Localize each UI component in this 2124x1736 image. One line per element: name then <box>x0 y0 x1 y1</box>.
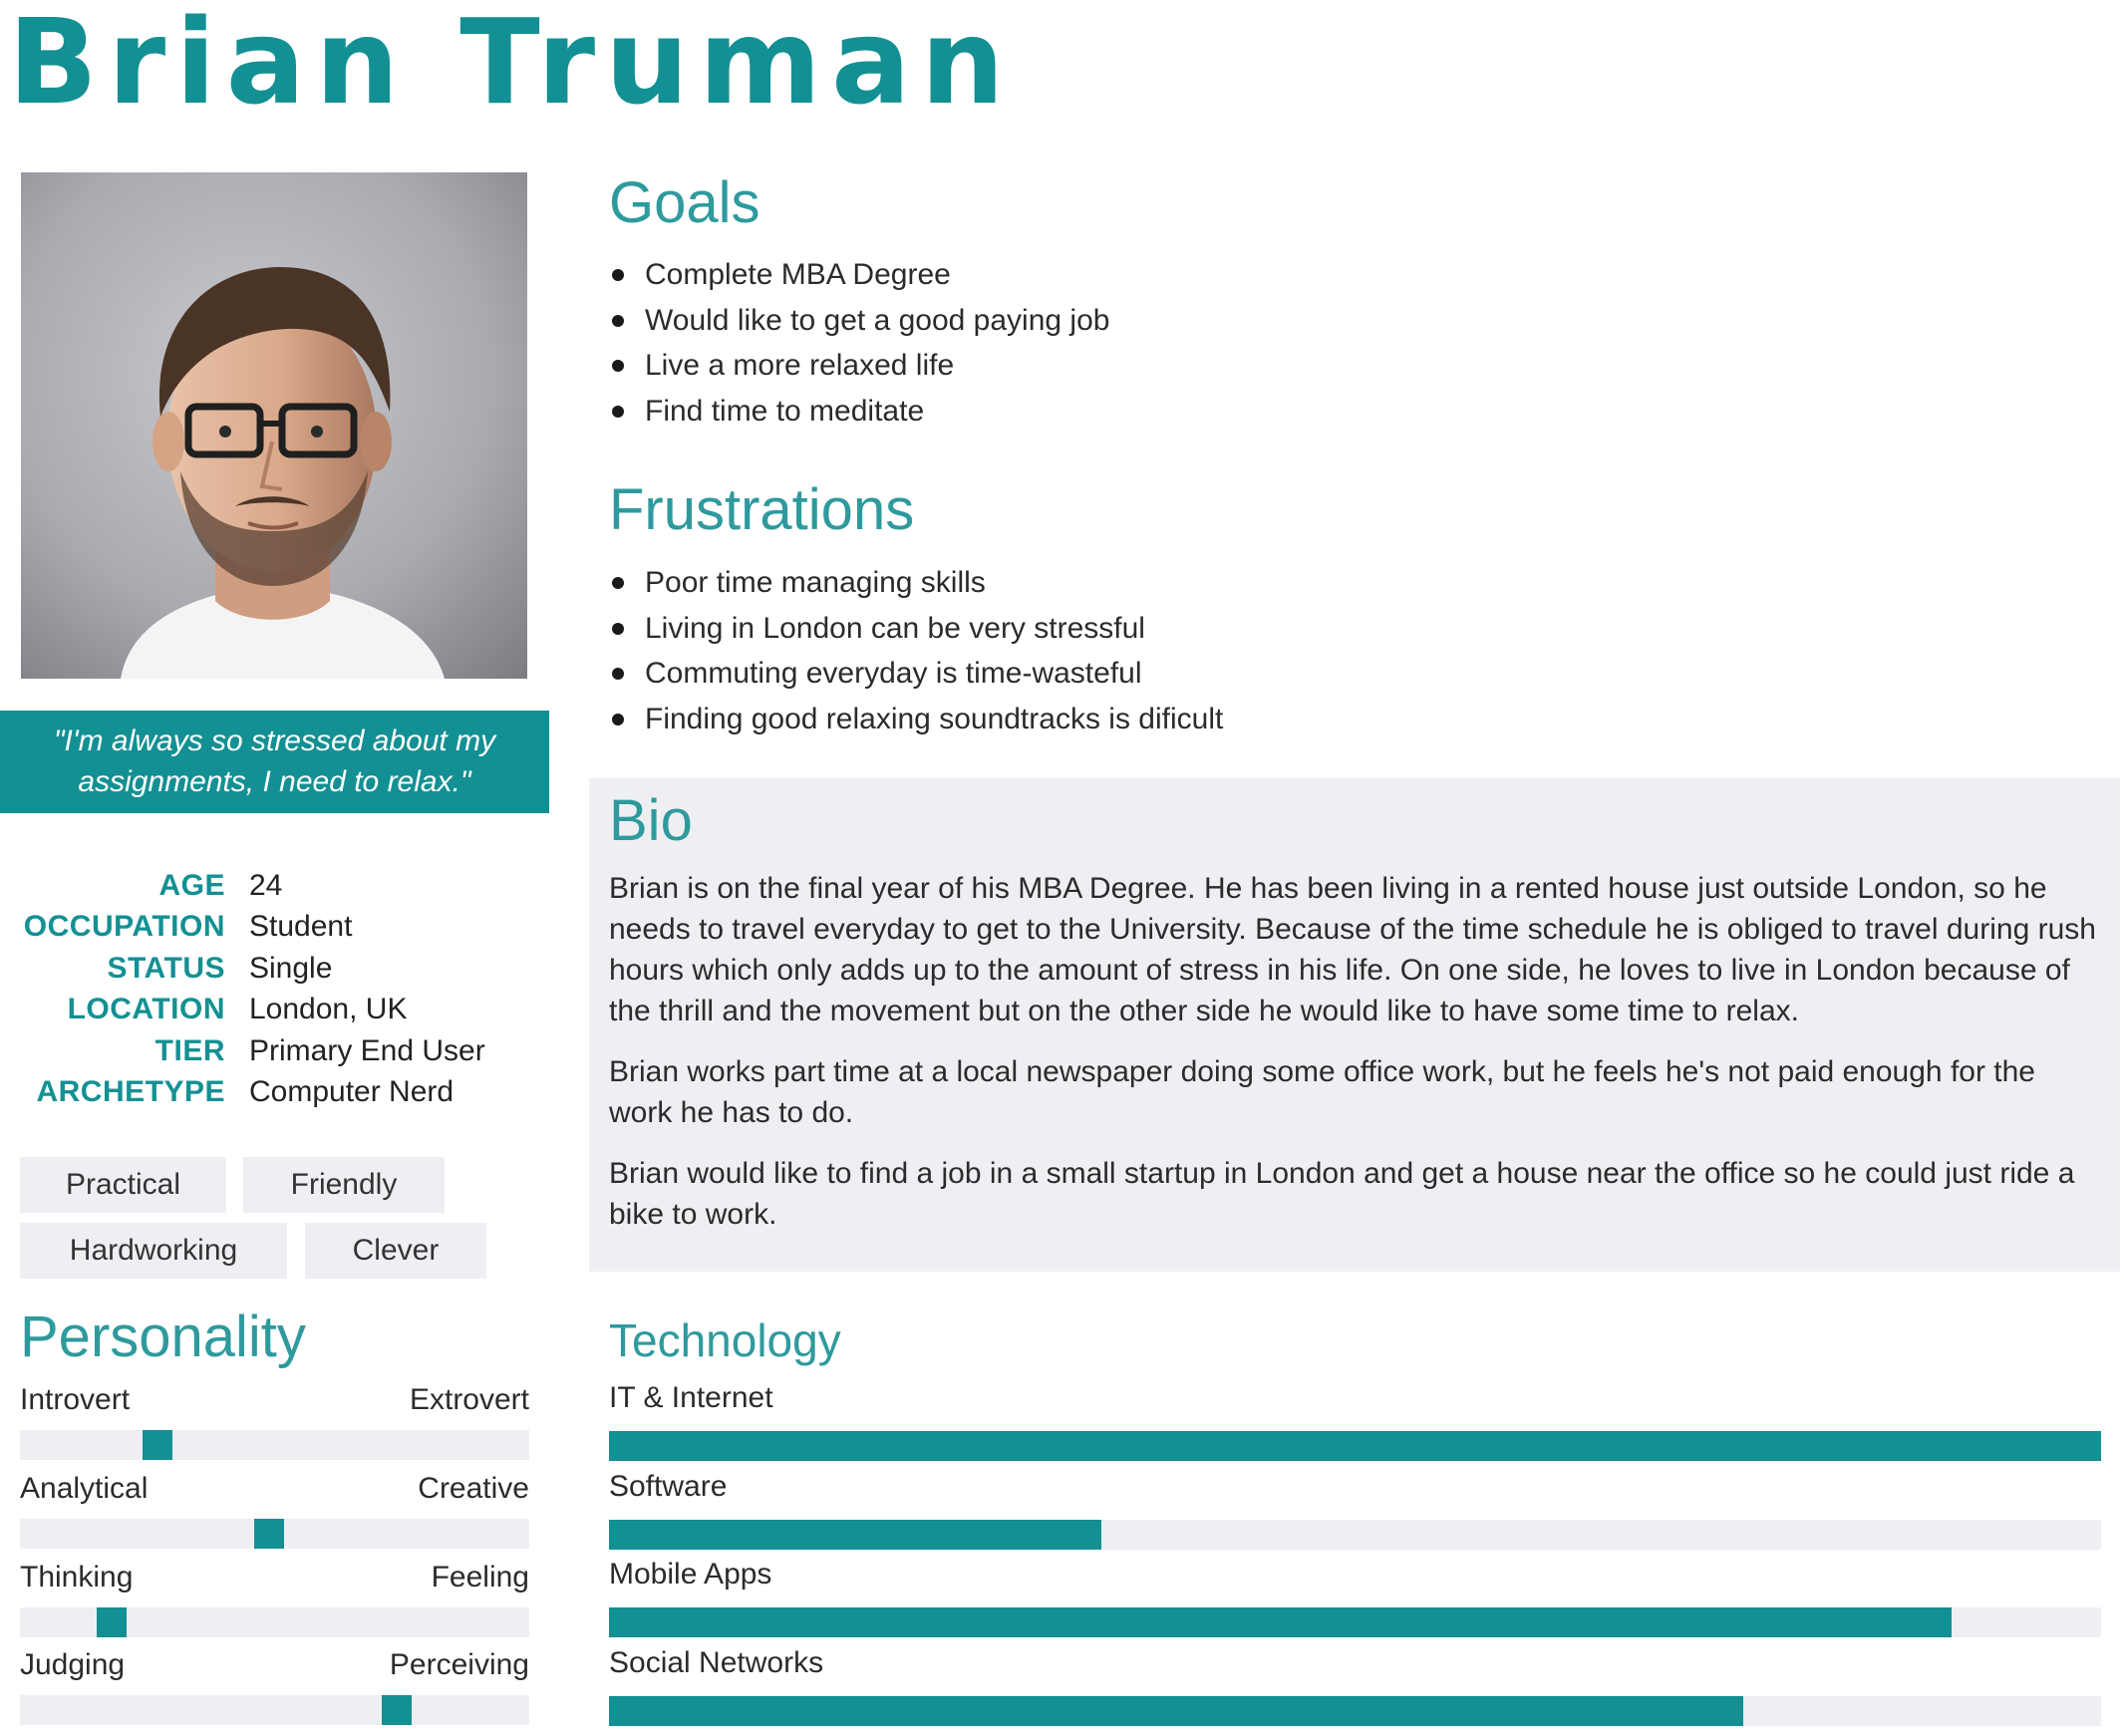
bio-panel: Bio Brian is on the final year of his MB… <box>589 778 2120 1272</box>
technology-track <box>609 1696 2101 1726</box>
fact-row-tier: TIER Primary End User <box>20 1030 538 1072</box>
technology-heading: Technology <box>609 1314 841 1366</box>
fact-label: TIER <box>154 1033 225 1067</box>
scale-left-label: Introvert <box>20 1383 131 1416</box>
persona-photo <box>21 172 527 679</box>
scale-marker <box>382 1695 412 1725</box>
fact-value: London, UK <box>249 993 408 1026</box>
goal-item: Complete MBA Degree <box>609 252 1109 298</box>
personality-scale: Thinking Feeling <box>20 1561 529 1640</box>
bio-text: Brian is on the final year of his MBA De… <box>609 868 2099 1255</box>
fact-label: AGE <box>158 868 225 902</box>
bio-paragraph: Brian would like to find a job in a smal… <box>609 1157 2075 1231</box>
technology-track <box>609 1431 2101 1461</box>
fact-label: STATUS <box>107 951 225 985</box>
frustration-item: Poor time managing skills <box>609 560 1223 606</box>
goal-item: Would like to get a good paying job <box>609 298 1109 344</box>
technology-label: Software <box>609 1470 728 1503</box>
technology-label: IT & Internet <box>609 1381 773 1414</box>
persona-quote: "I'm always so stressed about my assignm… <box>0 711 549 813</box>
scale-marker <box>254 1519 284 1549</box>
frustration-item: Finding good relaxing soundtracks is dif… <box>609 697 1223 742</box>
technology-item: Software <box>609 1470 2101 1554</box>
scale-track <box>20 1695 529 1725</box>
technology-bar <box>609 1696 1743 1726</box>
scale-left-label: Analytical <box>20 1472 149 1505</box>
scale-right-label: Perceiving <box>389 1648 529 1681</box>
fact-value: Computer Nerd <box>249 1075 455 1109</box>
scale-left-label: Thinking <box>20 1561 134 1593</box>
frustrations-heading: Frustrations <box>609 477 915 542</box>
technology-item: IT & Internet <box>609 1381 2101 1465</box>
fact-row-archetype: ARCHETYPE Computer Nerd <box>20 1072 538 1114</box>
scale-marker <box>143 1430 172 1460</box>
persona-facts: AGE 24 OCCUPATION Student STATUS Single … <box>20 865 538 1113</box>
goal-item: Live a more relaxed life <box>609 343 1109 389</box>
frustrations-list: Poor time managing skills Living in Lond… <box>609 560 1223 741</box>
bio-paragraph: Brian is on the final year of his MBA De… <box>609 872 2096 1027</box>
technology-bar <box>609 1520 1101 1550</box>
fact-row-location: LOCATION London, UK <box>20 990 538 1031</box>
trait-tag: Friendly <box>243 1157 445 1213</box>
technology-track <box>609 1520 2101 1550</box>
scale-track <box>20 1607 529 1637</box>
trait-tag: Clever <box>305 1223 486 1279</box>
frustration-item: Living in London can be very stressful <box>609 606 1223 652</box>
scale-track <box>20 1430 529 1460</box>
personality-scale: Introvert Extrovert <box>20 1383 529 1463</box>
trait-tag: Hardworking <box>20 1223 287 1279</box>
scale-right-label: Feeling <box>431 1561 529 1593</box>
fact-value: Primary End User <box>249 1033 485 1067</box>
fact-value: 24 <box>249 868 283 902</box>
technology-bar <box>609 1607 1952 1637</box>
technology-track <box>609 1607 2101 1637</box>
bio-paragraph: Brian works part time at a local newspap… <box>609 1055 2035 1129</box>
fact-label: ARCHETYPE <box>36 1075 225 1109</box>
persona-page: Brian Truman "I'm always so stressed abo… <box>0 0 2124 1736</box>
frustration-item: Commuting everyday is time-wasteful <box>609 651 1223 697</box>
personality-heading: Personality <box>20 1304 306 1369</box>
fact-row-status: STATUS Single <box>20 948 538 990</box>
bio-heading: Bio <box>609 788 693 853</box>
technology-item: Social Networks <box>609 1646 2101 1730</box>
scale-right-label: Creative <box>418 1472 529 1505</box>
persona-name: Brian Truman <box>8 0 1015 131</box>
fact-value: Student <box>249 910 353 944</box>
goals-heading: Goals <box>609 170 760 235</box>
fact-row-age: AGE 24 <box>20 865 538 907</box>
scale-right-label: Extrovert <box>409 1383 529 1416</box>
scale-track <box>20 1519 529 1549</box>
fact-row-occupation: OCCUPATION Student <box>20 907 538 949</box>
fact-label: OCCUPATION <box>23 910 225 944</box>
trait-tag: Practical <box>20 1157 226 1213</box>
goals-list: Complete MBA Degree Would like to get a … <box>609 252 1109 434</box>
technology-label: Social Networks <box>609 1646 824 1679</box>
technology-label: Mobile Apps <box>609 1558 772 1591</box>
personality-scale: Analytical Creative <box>20 1472 529 1552</box>
personality-scale: Judging Perceiving <box>20 1648 529 1728</box>
technology-bar <box>609 1431 2101 1461</box>
scale-marker <box>97 1607 127 1637</box>
technology-item: Mobile Apps <box>609 1558 2101 1641</box>
goal-item: Find time to meditate <box>609 389 1109 434</box>
fact-label: LOCATION <box>67 993 225 1026</box>
fact-value: Single <box>249 951 333 985</box>
scale-left-label: Judging <box>20 1648 126 1681</box>
